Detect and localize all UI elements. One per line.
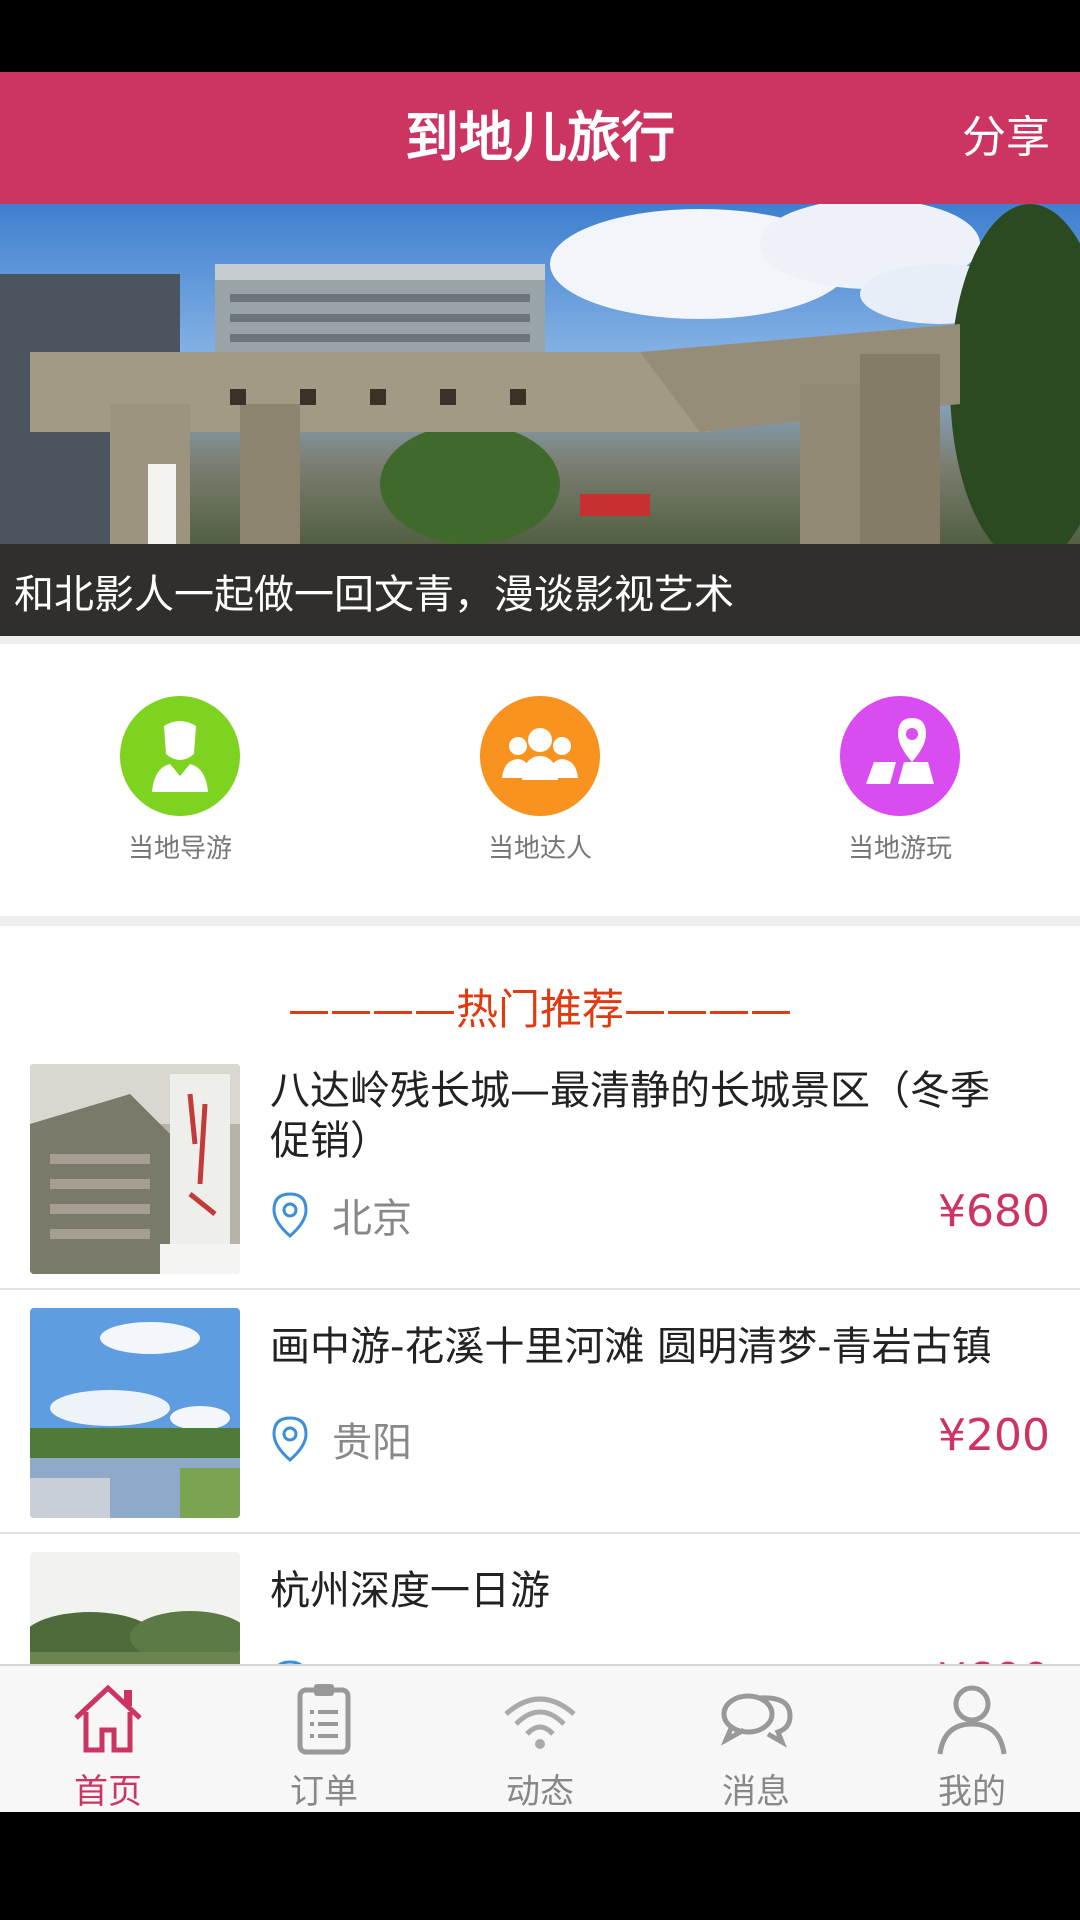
item-title: 杭州深度一日游 — [270, 1568, 550, 1614]
location-text: 北京 — [332, 1196, 412, 1242]
category-label: 当地游玩 — [847, 834, 952, 864]
item-thumbnail — [30, 1308, 240, 1518]
tab-profile[interactable]: 我的 — [864, 1666, 1080, 1812]
title-bar: 到地儿旅行 分享 — [0, 72, 1080, 204]
clipboard-icon — [297, 1684, 351, 1755]
tab-orders[interactable]: 订单 — [216, 1666, 432, 1812]
list-item[interactable]: 八达岭残长城—最清静的长城景区（冬季促销） 北京 ¥680 — [0, 1046, 1080, 1290]
location-pin-icon — [272, 1192, 308, 1238]
tab-label: 订单 — [290, 1772, 358, 1812]
wifi-icon — [504, 1696, 576, 1749]
item-price: ¥680 — [938, 1186, 1050, 1237]
location-text: 贵阳 — [332, 1420, 412, 1466]
category-local-play[interactable]: 当地游玩 — [800, 696, 1000, 865]
status-bar — [0, 0, 1080, 72]
tab-label: 首页 — [74, 1772, 142, 1812]
item-location: 北京 — [272, 1186, 412, 1244]
category-label: 当地达人 — [487, 834, 592, 864]
banner-caption: 和北影人一起做一回文青，漫谈影视艺术 — [14, 572, 734, 618]
guide-icon — [120, 696, 240, 816]
page-title: 到地儿旅行 — [405, 106, 675, 169]
user-icon — [937, 1685, 1007, 1755]
section-title: ————热门推荐———— — [287, 985, 792, 1034]
item-price: ¥200 — [938, 1410, 1050, 1461]
item-title: 画中游-花溪十里河滩 圆明清梦-青岩古镇 — [270, 1324, 992, 1370]
category-grid: 当地导游 当地达人 当地游玩 — [0, 644, 1080, 916]
location-pin-icon — [272, 1416, 308, 1462]
tab-label: 我的 — [938, 1772, 1006, 1812]
tab-label: 消息 — [722, 1772, 790, 1812]
tab-home[interactable]: 首页 — [0, 1666, 216, 1812]
item-title: 八达岭残长城—最清静的长城景区（冬季促销） — [270, 1068, 990, 1164]
app-screen: 到地儿旅行 分享 和北影人一起做一回文青，漫谈影视艺术 当地导游 当地达人 当地… — [0, 72, 1080, 1812]
category-local-guide[interactable]: 当地导游 — [80, 696, 280, 865]
list-item[interactable]: 画中游-花溪十里河滩 圆明清梦-青岩古镇 贵阳 ¥200 — [0, 1290, 1080, 1534]
category-label: 当地导游 — [127, 834, 232, 864]
map-pin-icon — [840, 696, 960, 816]
item-thumbnail — [30, 1064, 240, 1274]
chat-icon — [720, 1693, 793, 1748]
people-icon — [480, 696, 600, 816]
tab-messages[interactable]: 消息 — [648, 1666, 864, 1812]
category-local-expert[interactable]: 当地达人 — [440, 696, 640, 865]
tab-feed[interactable]: 动态 — [432, 1666, 648, 1812]
item-location: 贵阳 — [272, 1410, 412, 1468]
tab-label: 动态 — [506, 1772, 574, 1812]
home-icon — [74, 1684, 142, 1753]
share-button[interactable]: 分享 — [962, 72, 1050, 204]
system-nav-bar — [0, 1812, 1080, 1920]
banner-carousel[interactable]: 和北影人一起做一回文青，漫谈影视艺术 — [0, 204, 1080, 636]
bottom-tab-bar: 首页 订单 动态 消息 我的 — [0, 1664, 1080, 1812]
